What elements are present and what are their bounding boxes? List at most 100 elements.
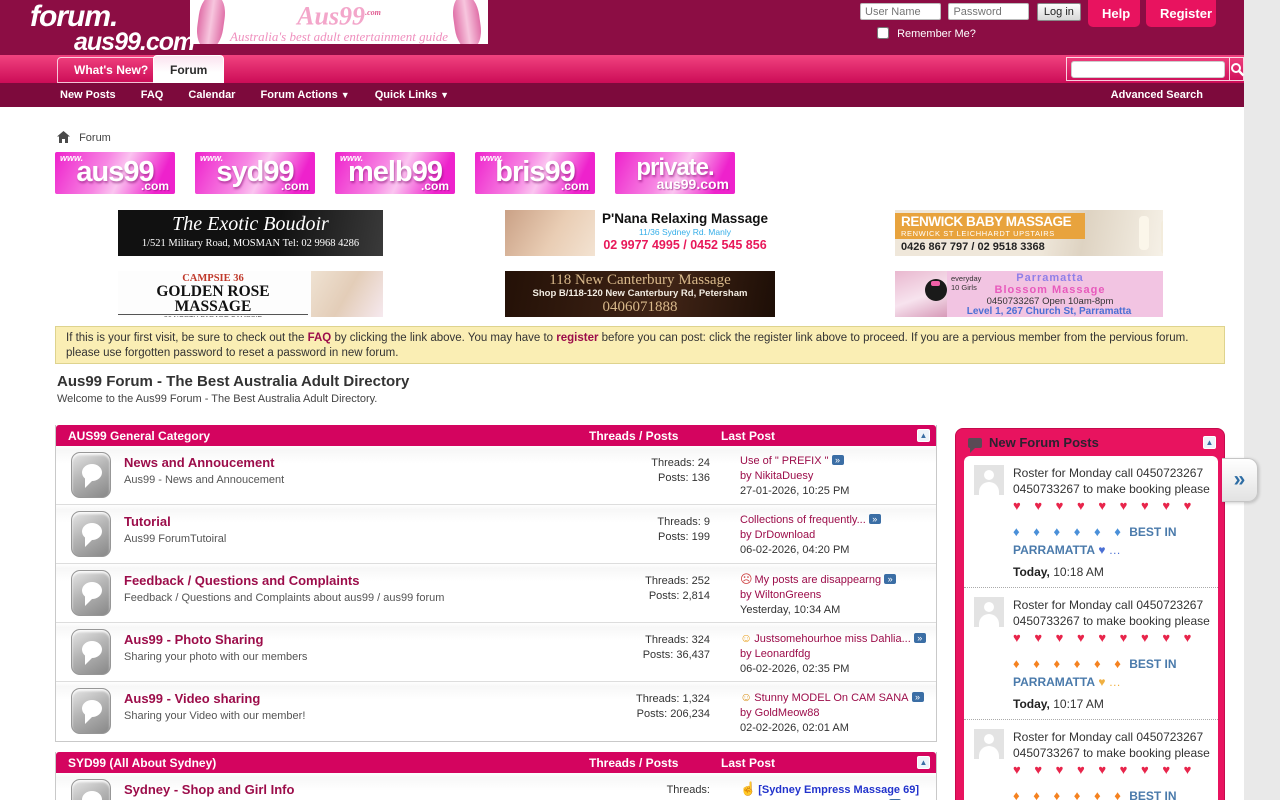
sidebar-post[interactable]: Roster for Monday call 0450723267 045073…: [964, 456, 1218, 587]
forum-description: Aus99 ForumTutoiral: [124, 533, 608, 545]
password-input[interactable]: [948, 3, 1029, 20]
remember-me[interactable]: Remember Me?: [877, 27, 976, 40]
smiley-emoji-icon: ☺: [740, 631, 752, 645]
search-input[interactable]: [1071, 61, 1225, 78]
chevron-down-icon: ▼: [341, 90, 350, 100]
column-threads-posts: Threads / Posts: [589, 756, 721, 770]
goto-last-post-icon[interactable]: [832, 455, 844, 465]
collapse-button[interactable]: ▲: [917, 756, 930, 769]
sidebar-post[interactable]: Roster for Monday call 0450723267 045073…: [964, 587, 1218, 719]
goto-last-post-icon[interactable]: [912, 692, 924, 702]
advanced-search-link[interactable]: Advanced Search: [1111, 83, 1203, 107]
header-banner-ad[interactable]: Aus99.com Australia's best adult enterta…: [190, 0, 488, 44]
ad-title: RENWICK BABY MASSAGE: [901, 214, 1079, 229]
sidebar-expand-button[interactable]: »: [1222, 458, 1258, 502]
nav-faq[interactable]: FAQ: [141, 89, 164, 101]
last-post: ☺Stunny MODEL On CAM SANA by GoldMeow88 …: [740, 682, 936, 741]
last-post-date: 02-02-2026, 02:01 AM: [740, 721, 930, 736]
ad-renwick-baby-massage[interactable]: RENWICK BABY MASSAGE RENWICK ST LEICHHAR…: [895, 210, 1163, 256]
nav-forum-actions[interactable]: Forum Actions▼: [261, 89, 350, 101]
collapse-button[interactable]: ▲: [917, 429, 930, 442]
breadcrumb-label: Forum: [79, 132, 111, 144]
register-button[interactable]: Register: [1146, 0, 1216, 27]
forum-row: Aus99 - Video sharing Sharing your Video…: [56, 682, 936, 741]
forum-row: Tutorial Aus99 ForumTutoiral Threads: 9 …: [56, 505, 936, 564]
banner-private-aus99[interactable]: private. aus99.com: [615, 152, 735, 194]
forum-link[interactable]: Tutorial: [124, 514, 608, 529]
forum-icon: [71, 688, 111, 734]
remember-me-label: Remember Me?: [897, 28, 976, 40]
forum-link[interactable]: Feedback / Questions and Complaints: [124, 573, 608, 588]
forum-link[interactable]: News and Annoucement: [124, 455, 608, 470]
ad-golden-rose-massage[interactable]: CAMPSIE 36 GOLDEN ROSE MASSAGE 36 NORTH …: [118, 271, 383, 317]
register-link[interactable]: register: [556, 332, 598, 344]
username-input[interactable]: [860, 3, 941, 20]
forum-stats: Threads: 9 Posts: 199: [608, 505, 740, 563]
goto-last-post-icon[interactable]: [884, 574, 896, 584]
goto-last-post-icon[interactable]: [869, 514, 881, 524]
goto-last-post-icon[interactable]: [914, 633, 926, 643]
chevron-down-icon: ▼: [440, 90, 449, 100]
search-button[interactable]: [1229, 58, 1245, 80]
post-text: Roster for Monday call 0450723267 045073…: [1013, 466, 1210, 496]
banner-aus99[interactable]: www. aus99 .com: [55, 152, 175, 194]
sidebar-header: New Forum Posts ▲: [956, 429, 1224, 456]
banner-syd99[interactable]: www. syd99 .com: [195, 152, 315, 194]
forum-stats: Threads: 252 Posts: 2,814: [608, 564, 740, 622]
ad-address: RENWICK ST LEICHHARDT UPSTAIRS: [901, 229, 1079, 238]
sidebar-post[interactable]: Roster for Monday call 0450723267 045073…: [964, 719, 1218, 800]
last-post-author[interactable]: by Leonardfdg: [740, 648, 810, 660]
ad-blossom-massage[interactable]: everyday 10 Girls Parramatta Blossom Mas…: [895, 271, 1163, 317]
remember-me-checkbox[interactable]: [877, 27, 889, 39]
ad-photo: [311, 271, 383, 317]
forum-stats: Threads: 24 Posts: 136: [608, 446, 740, 504]
tab-forum[interactable]: Forum: [153, 55, 224, 83]
forum-icon: [71, 452, 111, 498]
ad-pnana-massage[interactable]: P'Nana Relaxing Massage 11/36 Sydney Rd.…: [505, 210, 775, 256]
breadcrumb[interactable]: Forum: [57, 131, 111, 144]
faq-link[interactable]: FAQ: [308, 332, 332, 344]
last-post-link[interactable]: Stunny MODEL On CAM SANA: [754, 692, 908, 704]
last-post: ☝[Sydney Empress Massage 69] Nana (Vietn…: [740, 773, 936, 800]
ad-address: 11/36 Sydney Rd. Manly: [595, 227, 775, 238]
forum-description: Sharing your Video with our member!: [124, 710, 608, 722]
banner-tagline: Australia's best adult entertainment gui…: [190, 29, 488, 44]
ad-photo: [505, 210, 595, 256]
last-post-link[interactable]: Collections of frequently...: [740, 514, 866, 526]
last-post-date: 27-01-2026, 10:25 PM: [740, 484, 930, 499]
login-button[interactable]: Log in: [1037, 3, 1081, 21]
forum-link[interactable]: Sydney - Shop and Girl Info: [124, 782, 608, 797]
ad-exotic-boudoir[interactable]: The Exotic Boudoir 1/521 Military Road, …: [118, 210, 383, 256]
post-text: Roster for Monday call 0450723267 045073…: [1013, 730, 1210, 760]
site-logo[interactable]: forum. aus99.com: [30, 2, 194, 55]
collapse-button[interactable]: ▲: [1203, 436, 1216, 449]
nav-new-posts[interactable]: New Posts: [60, 89, 116, 101]
forum-link[interactable]: Aus99 - Photo Sharing: [124, 632, 608, 647]
banner-bris99[interactable]: www. bris99 .com: [475, 152, 595, 194]
last-post-link[interactable]: Justsomehourhoe miss Dahlia...: [754, 633, 911, 645]
sidebar-posts-card: Roster for Monday call 0450723267 045073…: [964, 456, 1218, 800]
category-title: SYD99 (All About Sydney): [56, 756, 589, 770]
notice-text: If this is your first visit, be sure to …: [66, 332, 308, 344]
thumbs-up-icon: ☝: [740, 781, 756, 796]
nav-calendar[interactable]: Calendar: [188, 89, 235, 101]
last-post-author[interactable]: by GoldMeow88: [740, 707, 820, 719]
last-post-author[interactable]: by WiltonGreens: [740, 589, 821, 601]
forum-row: Feedback / Questions and Complaints Feed…: [56, 564, 936, 623]
last-post: ☹My posts are disappearng by WiltonGreen…: [740, 564, 936, 622]
last-post-author[interactable]: by NikitaDuesy: [740, 470, 813, 482]
tab-whats-new[interactable]: What's New?: [57, 57, 165, 83]
nav-quick-links[interactable]: Quick Links▼: [375, 89, 449, 101]
ad-118-new-canterbury-massage[interactable]: 118 New Canterbury Massage Shop B/118-12…: [505, 271, 775, 317]
hearts-icons: ♥ ♥ ♥ ♥ ♥ ♥ ♥ ♥ ♥: [1013, 629, 1210, 647]
banner-melb99[interactable]: www. melb99 .com: [335, 152, 455, 194]
help-button[interactable]: Help: [1088, 0, 1140, 27]
last-post-link[interactable]: Use of " PREFIX ": [740, 455, 829, 467]
post-time: Today, 10:18 AM: [1013, 564, 1210, 580]
last-post-link[interactable]: My posts are disappearng: [755, 574, 882, 586]
last-post-author[interactable]: by DrDownload: [740, 529, 815, 541]
forum-link[interactable]: Aus99 - Video sharing: [124, 691, 608, 706]
last-post-link[interactable]: [Sydney Empress Massage 69]: [758, 784, 919, 796]
post-text: Roster for Monday call 0450723267 045073…: [1013, 598, 1210, 628]
forum-row: News and Annoucement Aus99 - News and An…: [56, 446, 936, 505]
